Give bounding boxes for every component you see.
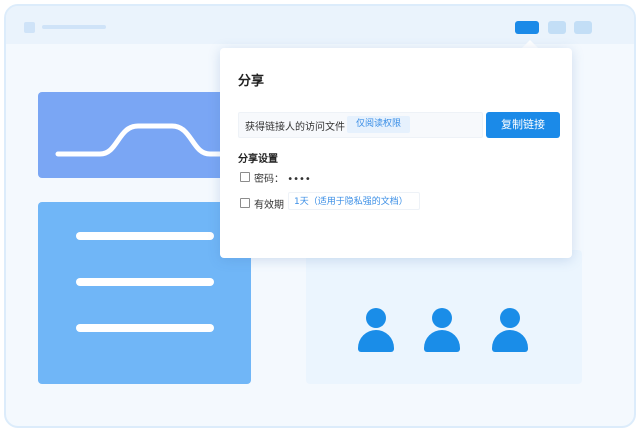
document-line — [76, 232, 214, 240]
toolbar-button-3[interactable] — [574, 21, 592, 34]
document-line — [76, 278, 214, 286]
app-window: 分享 获得链接人的访问文件 仅阅读权限 复制链接 分享设置 密码： •••• 有… — [4, 4, 636, 428]
password-label-text: 密码： — [254, 174, 284, 185]
title-bar — [6, 6, 634, 44]
dialog-title: 分享 — [238, 74, 265, 89]
copy-link-button[interactable]: 复制链接 — [486, 112, 560, 138]
window-title-placeholder — [42, 25, 106, 29]
share-settings-title: 分享设置 — [238, 154, 278, 165]
share-link-text: 获得链接人的访问文件 — [245, 122, 345, 133]
validity-label: 有效期 — [254, 200, 284, 211]
dialog-caret — [522, 40, 538, 48]
user-icon — [358, 308, 394, 354]
user-icon — [424, 308, 460, 354]
user-icon — [492, 308, 528, 354]
share-link-field[interactable]: 获得链接人的访问文件 仅阅读权限 — [238, 112, 483, 138]
document-line — [76, 324, 214, 332]
share-dialog: 分享 获得链接人的访问文件 仅阅读权限 复制链接 分享设置 密码： •••• 有… — [220, 48, 572, 258]
password-checkbox[interactable] — [240, 172, 250, 182]
permission-tag[interactable]: 仅阅读权限 — [347, 116, 411, 133]
validity-checkbox[interactable] — [240, 198, 250, 208]
app-logo — [24, 22, 35, 33]
members-panel — [306, 250, 582, 384]
toolbar-button-2[interactable] — [548, 21, 566, 34]
validity-select[interactable]: 1天（适用于隐私强的文档） — [288, 192, 420, 210]
share-toolbar-button[interactable] — [515, 21, 539, 34]
password-value: •••• — [287, 174, 311, 185]
password-label: 密码： •••• — [254, 170, 311, 185]
